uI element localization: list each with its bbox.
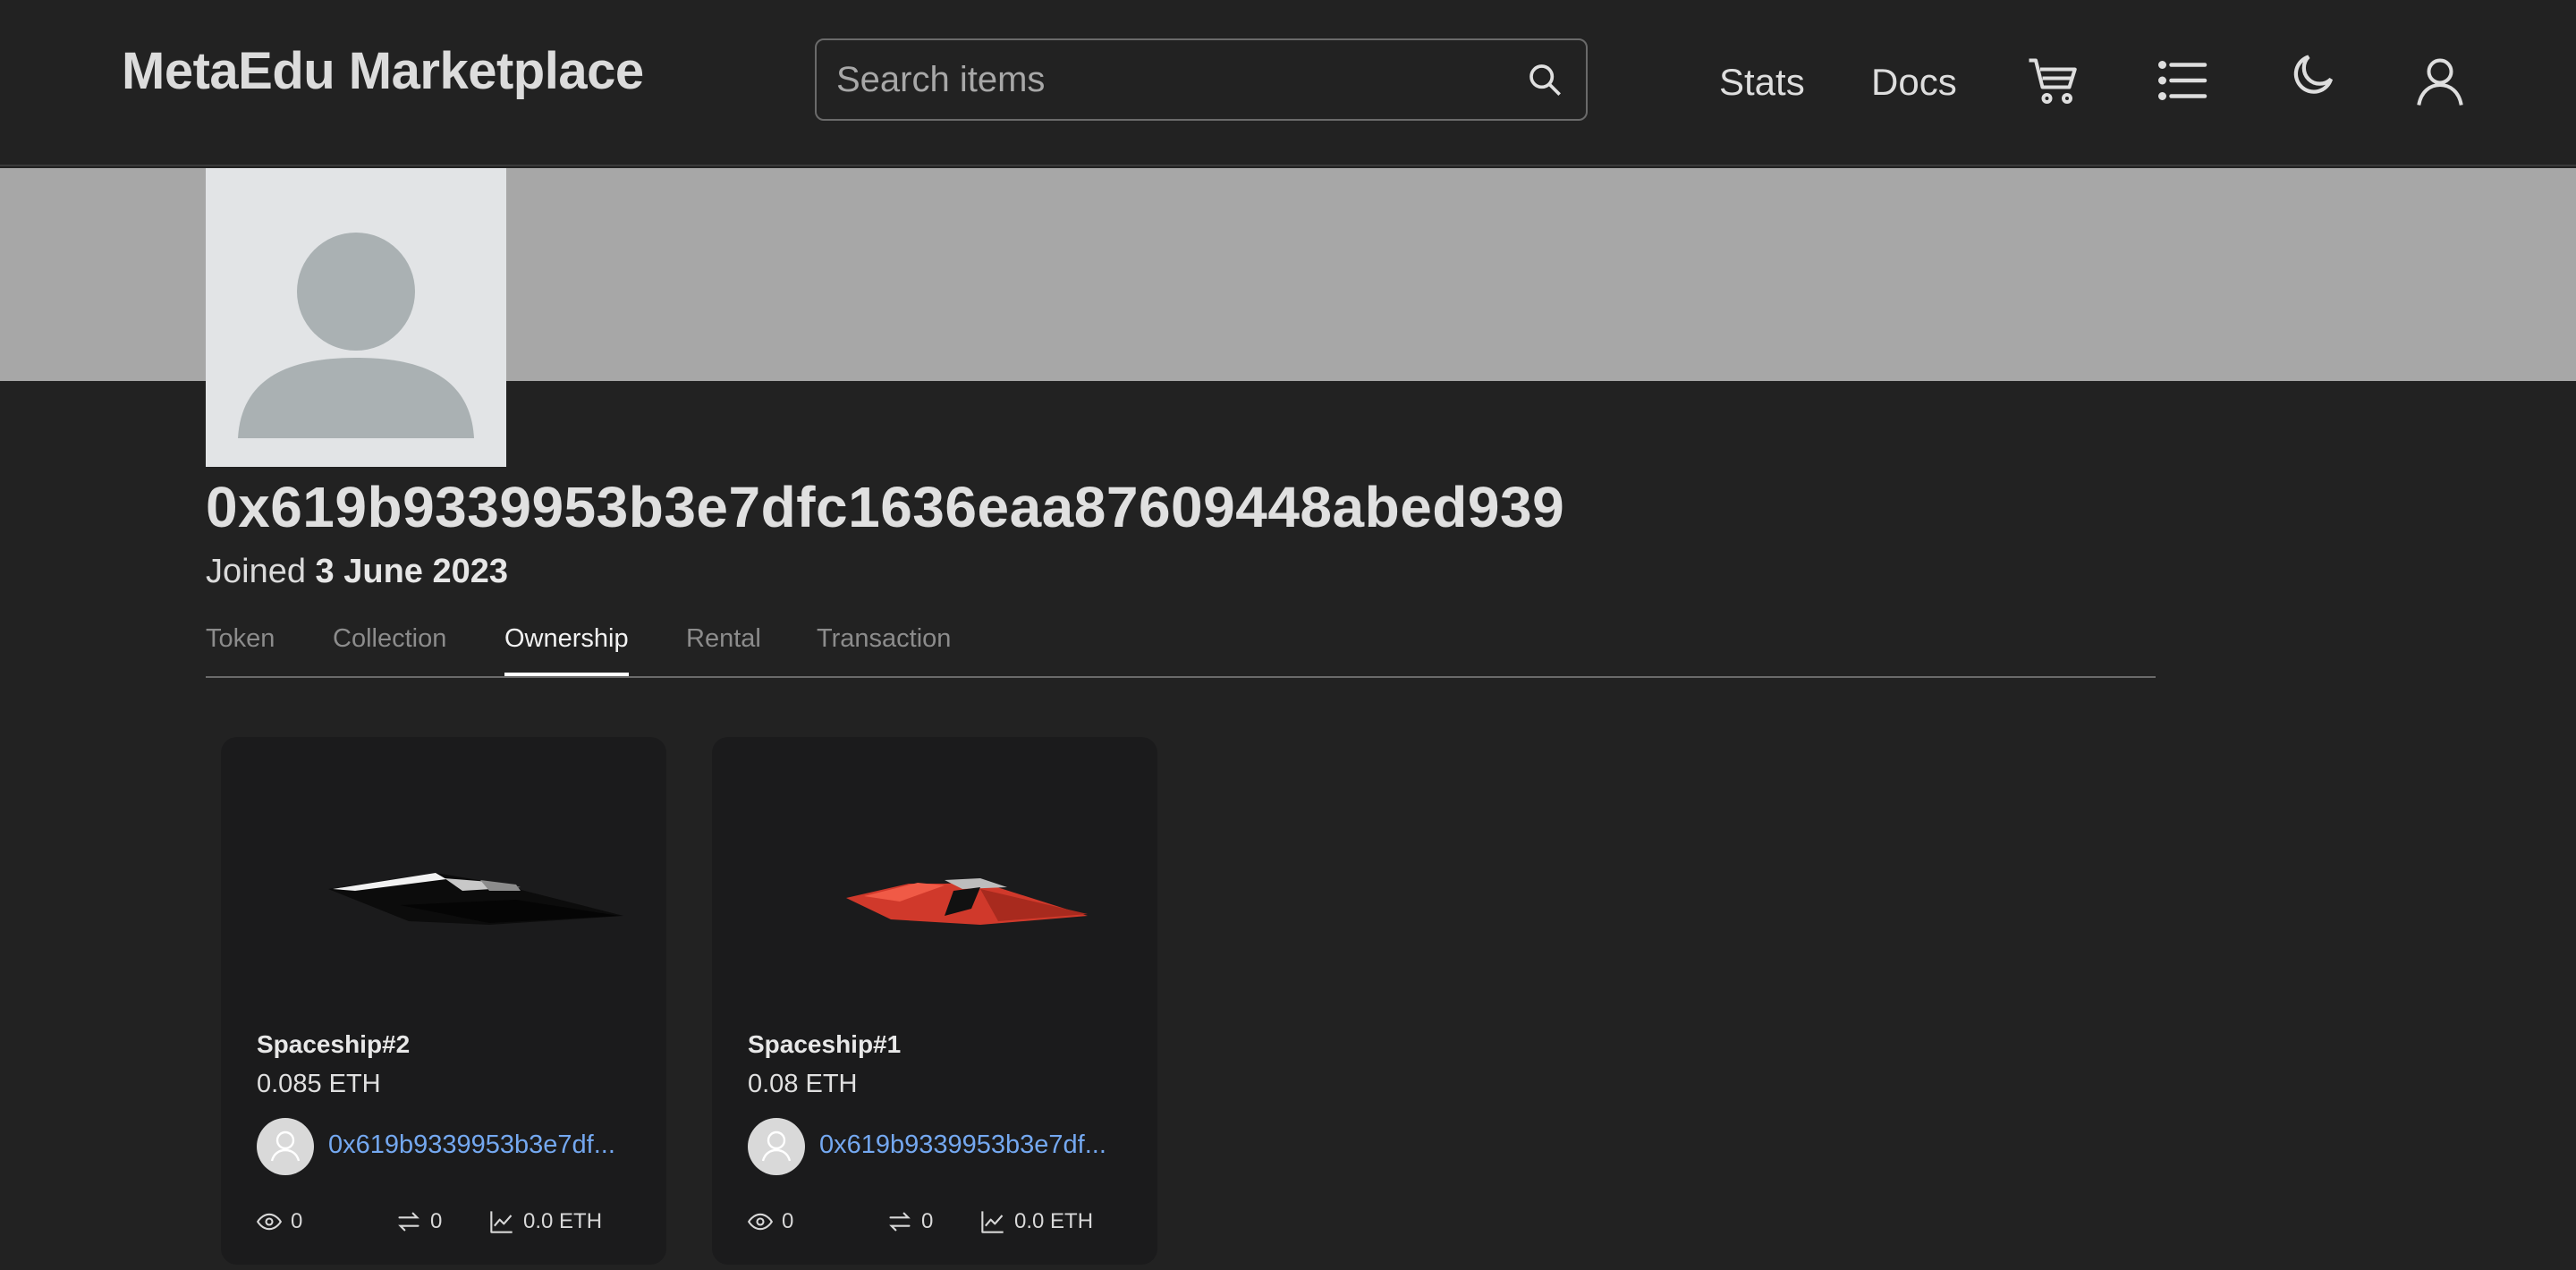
cart-icon[interactable]	[2027, 54, 2080, 107]
tab-ownership[interactable]: Ownership	[504, 624, 629, 676]
transfers-count: 0	[921, 1209, 934, 1233]
spaceship-image	[846, 878, 1088, 925]
profile-avatar	[206, 168, 506, 467]
owner-address-link[interactable]: 0x619b9339953b3e7df...	[328, 1130, 615, 1160]
moon-icon[interactable]	[2286, 50, 2340, 104]
owner-avatar-icon	[270, 1130, 301, 1162]
top-navbar: MetaEdu Marketplace Stats Docs	[0, 0, 2576, 166]
card-title[interactable]: Spaceship#1	[748, 1030, 901, 1059]
search-icon[interactable]	[1527, 62, 1563, 97]
nav-docs-link[interactable]: Docs	[1871, 61, 1957, 104]
transfer-icon	[889, 1212, 911, 1232]
brand-logo[interactable]: MetaEdu Marketplace	[122, 41, 644, 101]
tab-transaction[interactable]: Transaction	[817, 624, 951, 676]
eye-icon	[748, 1213, 773, 1231]
nft-card[interactable]: Spaceship#2 0.085 ETH 0x619b9339953b3e7d…	[221, 737, 666, 1265]
search-input[interactable]	[836, 40, 1516, 119]
list-icon[interactable]	[2156, 54, 2209, 107]
spaceship-image	[328, 873, 623, 925]
transfers-stat: 0	[396, 1209, 442, 1234]
search-box[interactable]	[815, 38, 1588, 121]
views-count: 0	[782, 1209, 794, 1233]
views-stat: 0	[257, 1209, 302, 1234]
tab-rental[interactable]: Rental	[686, 624, 761, 676]
transfers-count: 0	[430, 1209, 443, 1233]
chart-icon	[490, 1211, 513, 1233]
chart-icon	[981, 1211, 1004, 1233]
eye-icon	[257, 1213, 282, 1231]
owner-avatar	[257, 1118, 314, 1175]
avatar-placeholder-icon	[238, 233, 474, 438]
views-stat: 0	[748, 1209, 793, 1234]
profile-joined: Joined 3 June 2023	[206, 553, 508, 591]
card-price: 0.085 ETH	[257, 1070, 381, 1098]
profile-tabs: Token Collection Ownership Rental Transa…	[206, 617, 2156, 678]
volume-stat: 0.0 ETH	[489, 1209, 602, 1234]
volume-value: 0.0 ETH	[523, 1209, 603, 1233]
transfers-stat: 0	[887, 1209, 933, 1234]
tab-token[interactable]: Token	[206, 624, 275, 676]
volume-value: 0.0 ETH	[1014, 1209, 1094, 1233]
user-icon[interactable]	[2413, 54, 2467, 107]
nav-stats-link[interactable]: Stats	[1719, 61, 1805, 104]
owner-address-link[interactable]: 0x619b9339953b3e7df...	[819, 1130, 1106, 1160]
tab-collection[interactable]: Collection	[333, 624, 446, 676]
card-title[interactable]: Spaceship#2	[257, 1030, 410, 1059]
joined-date: 3 June 2023	[315, 553, 509, 590]
transfer-icon	[398, 1212, 419, 1232]
card-price: 0.08 ETH	[748, 1070, 858, 1098]
profile-address: 0x619b9339953b3e7dfc1636eaa87609448abed9…	[206, 475, 1565, 539]
joined-label: Joined	[206, 553, 306, 590]
owner-avatar	[748, 1118, 805, 1175]
nft-card[interactable]: Spaceship#1 0.08 ETH 0x619b9339953b3e7df…	[712, 737, 1157, 1265]
views-count: 0	[291, 1209, 303, 1233]
volume-stat: 0.0 ETH	[980, 1209, 1093, 1234]
owner-avatar-icon	[761, 1130, 792, 1162]
